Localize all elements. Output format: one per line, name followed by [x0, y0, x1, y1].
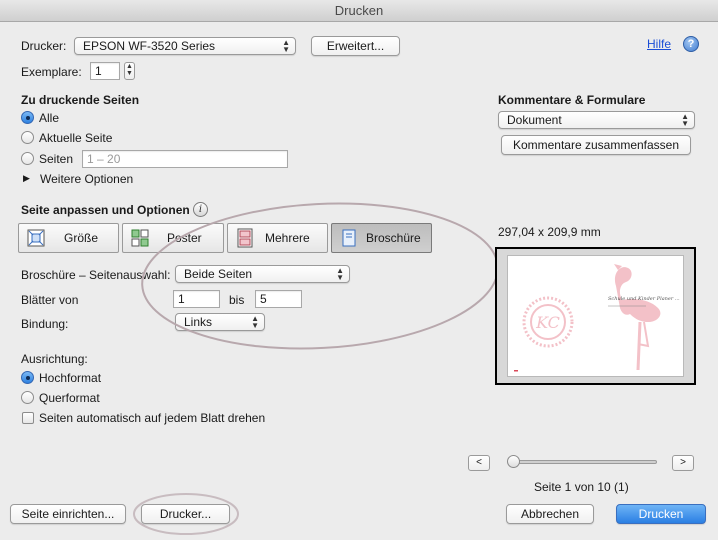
orientation-heading: Ausrichtung: [21, 352, 88, 366]
comments-select-value: Dokument [507, 113, 562, 127]
radio-pages-label: Seiten [39, 152, 74, 166]
binding-label: Bindung: [21, 317, 69, 331]
help-link[interactable]: Hilfe [647, 37, 671, 51]
preview-prev-button[interactable]: < [468, 455, 490, 471]
print-button[interactable]: Drucken [616, 504, 706, 524]
preview-page: KC Schule und Kinder Planer ... [507, 255, 684, 377]
sheets-label: Blätter von [21, 293, 79, 307]
auto-rotate-label: Seiten automatisch auf jedem Blatt drehe… [39, 411, 266, 425]
preview-frame: KC Schule und Kinder Planer ... [495, 247, 696, 385]
radio-portrait-label: Hochformat [39, 371, 102, 385]
more-options-label[interactable]: Weitere Optionen [40, 172, 133, 186]
page-range-input[interactable]: 1 – 20 [82, 150, 288, 168]
radio-landscape-label: Querformat [39, 391, 100, 405]
radio-current-page-label: Aktuelle Seite [39, 131, 113, 145]
summarize-comments-button[interactable]: Kommentare zusammenfassen [501, 135, 691, 155]
preview-next-button[interactable]: > [672, 455, 694, 471]
preview-logo-text: KC [535, 313, 560, 332]
printer-select[interactable]: EPSON WF-3520 Series ▲ ▼ [74, 37, 296, 55]
window-title: Drucken [0, 0, 718, 22]
paper-size-label: 297,04 x 209,9 mm [498, 225, 601, 239]
page-info: Seite 1 von 10 (1) [534, 480, 629, 494]
tile-size[interactable]: Größe [18, 223, 119, 253]
cancel-button[interactable]: Abbrechen [506, 504, 594, 524]
copies-input[interactable]: 1 [90, 62, 120, 80]
annotation-circle [141, 202, 499, 350]
printer-label: Drucker: [21, 39, 67, 53]
disclosure-triangle-icon[interactable]: ▶ [23, 173, 30, 184]
preview-script-text: Schule und Kinder Planer ... [608, 296, 680, 302]
printer-button[interactable]: Drucker... [141, 504, 230, 524]
popup-arrows-icon: ▲ ▼ [282, 38, 290, 54]
radio-all-label: Alle [39, 111, 60, 125]
pages-heading: Zu druckende Seiten [21, 93, 140, 107]
radio-portrait[interactable] [21, 371, 34, 384]
size-icon [27, 229, 45, 247]
page-setup-button[interactable]: Seite einrichten... [10, 504, 126, 524]
copies-label: Exemplare: [21, 65, 82, 79]
auto-rotate-checkbox[interactable] [22, 412, 34, 424]
preview-slider-knob[interactable] [507, 455, 520, 468]
advanced-button[interactable]: Erweitert... [311, 36, 400, 56]
preview-image: KC Schule und Kinder Planer ... [514, 264, 680, 372]
comments-heading: Kommentare & Formulare [498, 93, 646, 107]
popup-arrows-icon: ▲ ▼ [681, 112, 689, 128]
help-icon[interactable]: ? [683, 36, 699, 52]
copies-stepper[interactable]: ▲ ▼ [124, 62, 135, 80]
radio-pages[interactable] [21, 152, 34, 165]
preview-slider-track[interactable] [509, 460, 657, 464]
radio-all[interactable] [21, 111, 34, 124]
comments-select[interactable]: Dokument ▲ ▼ [498, 111, 695, 129]
radio-landscape[interactable] [21, 391, 34, 404]
tile-size-label: Größe [64, 231, 99, 245]
printer-select-value: EPSON WF-3520 Series [83, 39, 216, 53]
radio-current-page[interactable] [21, 131, 34, 144]
